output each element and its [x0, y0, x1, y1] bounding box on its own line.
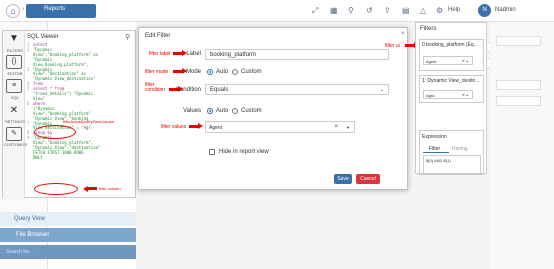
tools-icon[interactable]: ✕ — [6, 105, 22, 119]
funnel-icon[interactable]: ▼ — [6, 33, 22, 47]
chevron-down-icon[interactable]: ▼ — [346, 125, 350, 130]
edit-filter-dialog: Edit Filter × filter label Label booking… — [138, 27, 408, 190]
sql-label: SQL — [10, 95, 19, 100]
history-icon[interactable]: ↺ — [366, 6, 373, 15]
annotation-condition: filter condition — [145, 82, 166, 93]
expand-icon[interactable]: ⤢ — [312, 6, 318, 16]
close-icon[interactable]: × — [401, 31, 405, 37]
share-icon[interactable]: ⇪ — [384, 6, 391, 15]
filter-item-value[interactable]: Agent × ⌄ — [423, 56, 473, 65]
left-search-input[interactable]: Search for... — [0, 245, 136, 259]
filter-item-name: 0 booking_platform (Eq... — [422, 42, 478, 48]
sql-viewer-panel: ▼ FILTERS {} EDITOR ≡ SQL ✕ SETTINGS ✎ C… — [2, 30, 136, 199]
customize-icon[interactable]: ✎ — [6, 127, 22, 141]
search-icon[interactable]: ⚲ — [125, 33, 130, 41]
user-name[interactable]: Nadmin — [495, 7, 516, 13]
cancel-button[interactable]: Cancel — [356, 174, 380, 184]
search-placeholder: Search for... — [6, 249, 33, 255]
expression-title: Expression — [422, 134, 447, 140]
annotation-filter-ui: filter ui — [385, 43, 400, 49]
settings-label: SETTINGS — [4, 119, 25, 124]
values-custom-radio[interactable] — [232, 108, 238, 114]
filter-item-name: 1: Dynamic View_destin... — [422, 78, 480, 84]
filter-value-text: Agra — [426, 93, 435, 98]
notification-icon[interactable]: △ — [420, 6, 426, 15]
filters-title: Filters — [420, 26, 437, 32]
hide-label: Hide in report view — [219, 149, 269, 155]
expression-input[interactable]: $(0) AND $(1) — [423, 155, 481, 174]
values-field-label: Values — [183, 108, 201, 114]
file-browser-nav[interactable]: File Browser — [0, 228, 136, 242]
filter-item-value[interactable]: Agra × ⌄ — [423, 90, 473, 99]
values-custom-label: Custom — [241, 108, 262, 114]
label-field-label: Label — [186, 51, 201, 57]
values-auto-label: Auto — [216, 108, 229, 114]
customize-label: CUSTOMIZE — [4, 142, 28, 147]
dialog-title: Edit Filter — [145, 33, 171, 39]
filters-label: FILTERS — [6, 48, 24, 53]
annotation-label: filter label — [149, 51, 171, 57]
help-link[interactable]: Help — [448, 7, 460, 13]
settings-icon[interactable]: ⚙ — [436, 6, 443, 15]
panel-control[interactable] — [496, 80, 541, 90]
query-view-label: Query View — [14, 216, 45, 222]
clear-icon[interactable]: × ⌄ — [462, 92, 469, 97]
sql-side-toolbar: ▼ FILTERS {} EDITOR ≡ SQL ✕ SETTINGS ✎ C… — [3, 31, 28, 199]
chevron-right-icon: › — [22, 6, 25, 13]
label-input[interactable]: booking_platform — [205, 49, 389, 60]
condition-value: Equals — [210, 87, 229, 93]
editor-label: EDITOR — [7, 71, 23, 76]
annotation-arrow — [83, 185, 97, 192]
sql-viewer-title: SQL Viewer — [27, 34, 59, 40]
hide-checkbox[interactable] — [209, 149, 215, 155]
clear-icon[interactable]: × ⌄ — [462, 58, 469, 63]
condition-field-label: Condition — [175, 87, 201, 93]
condition-select[interactable]: Equals ⌄ — [205, 84, 389, 95]
right-panel — [490, 22, 554, 269]
filter-value-text: Agent — [426, 59, 437, 64]
avatar[interactable]: N — [478, 4, 491, 17]
chevron-down-icon: ⌄ — [379, 87, 384, 93]
mode-custom-radio[interactable] — [232, 69, 238, 75]
filter-item[interactable]: 0 booking_platform (Eq... Agent × ⌄ — [419, 39, 484, 71]
annotation-column: filter column — [99, 186, 121, 191]
annotation-arrow — [189, 123, 203, 130]
sql-code: 1 select 2 "Dynamic View"."booking_platform"… — [27, 42, 135, 161]
home-icon[interactable]: ⌂ — [6, 4, 20, 18]
panel-control[interactable] — [496, 36, 541, 46]
save-button[interactable]: Save — [334, 174, 352, 184]
clear-icon[interactable]: × — [334, 124, 338, 130]
mode-custom-label: Custom — [241, 69, 262, 75]
annotation-mode: filter mode — [145, 69, 169, 75]
file-browser-label: File Browser — [16, 232, 50, 238]
values-tag-input[interactable]: Agent × ▼ — [205, 121, 355, 133]
filter-item[interactable]: 1: Dynamic View_destin... Agra × ⌄ — [419, 75, 484, 103]
annotation-sql-filter: filterActualQueryFiedColumn — [63, 119, 115, 124]
expression-section: Expression Filter Having $(0) AND $(1) — [419, 130, 484, 175]
annotation-oval — [34, 125, 76, 139]
panel-control[interactable] — [496, 96, 541, 106]
tab-filter[interactable]: Filter — [423, 144, 449, 153]
query-view-nav[interactable]: Query View — [0, 212, 136, 226]
mode-auto-label: Auto — [216, 69, 229, 75]
breadcrumb-label: Reports — [44, 6, 66, 12]
values-auto-radio[interactable] — [207, 108, 213, 114]
sql-text: ONLY — [33, 154, 43, 160]
values-tag: Agent — [209, 125, 223, 131]
mode-field-label: Mode — [185, 69, 201, 75]
tab-having[interactable]: Having — [450, 144, 470, 154]
export-icon[interactable]: ▤ — [402, 6, 410, 15]
filters-panel: Filters 0 booking_platform (Eq... Agent … — [415, 22, 487, 175]
mode-auto-radio[interactable] — [207, 69, 213, 75]
filter-icon[interactable]: ⚲ — [348, 6, 354, 15]
code-icon[interactable]: {} — [6, 55, 22, 69]
top-bar: ⌂ › Reports ⤢ ▦ ⚲ ↺ ⇪ ▤ △ ⚙ Help N Nadmi… — [0, 0, 554, 22]
annotation-values: filter values — [161, 124, 187, 130]
grid-icon[interactable]: ▦ — [330, 6, 338, 15]
annotation-oval — [34, 183, 78, 195]
sql-line: ONLY — [27, 154, 135, 161]
database-icon[interactable]: ≡ — [6, 79, 22, 93]
